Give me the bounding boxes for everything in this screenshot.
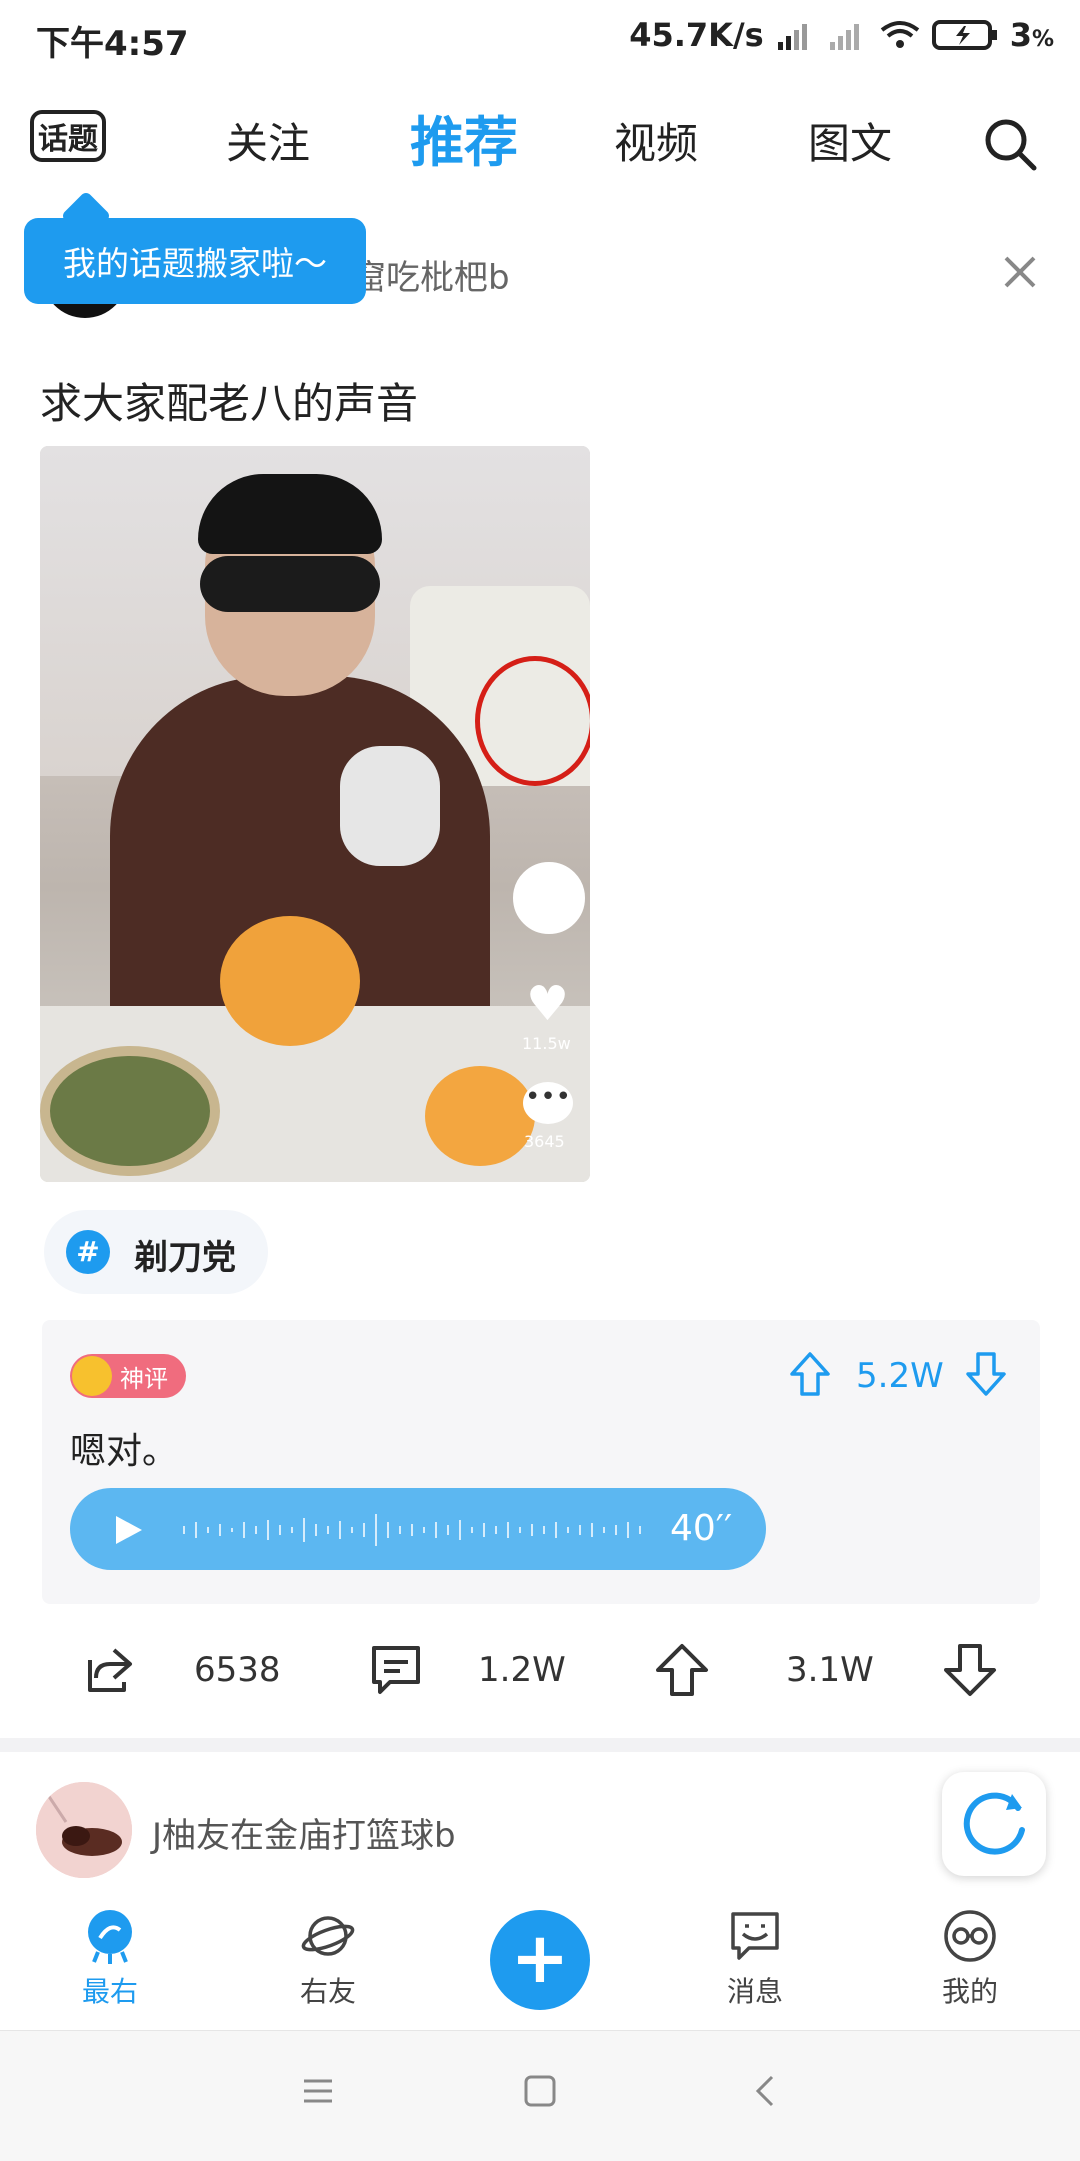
tab-messages[interactable]: 消息 [685,1890,825,2026]
downvote-icon[interactable] [964,1350,1008,1398]
video-like-count: 11.5w [522,1034,571,1053]
tab-recommend[interactable]: 推荐 [410,98,518,177]
comment-score: 5.2W [856,1356,944,1396]
wifi-icon [880,21,919,48]
avatar-illustration [36,1782,132,1878]
topic-tag[interactable]: # 剃刀党 [44,1210,268,1294]
waveform-icon [183,1514,641,1546]
hash-icon: # [66,1230,110,1274]
top-comment-card[interactable]: 神评 5.2W 嗯对。 40′′ [42,1320,1040,1604]
search-icon[interactable] [980,114,1040,174]
topic-moved-tooltip[interactable]: 我的话题搬家啦～ [24,218,366,304]
comment-count: 1.2W [478,1650,566,1690]
feed-divider [0,1738,1080,1752]
post-title[interactable]: 求大家配老八的声音 [40,370,418,431]
author-name[interactable]: 窟吃枇杷b [352,250,510,299]
tab-image-text[interactable]: 图文 [808,110,892,171]
comment-text: 嗯对。 [70,1431,179,1472]
menu-icon[interactable] [300,2073,336,2109]
plus-icon: + [510,1917,570,1999]
status-bar: 下午4:57 45.7K/s 3% [0,0,1080,78]
close-icon[interactable] [1000,252,1040,292]
signal-icon-2 [829,24,859,50]
battery-level: 3% [1009,16,1054,54]
video-thumbnail[interactable]: ♥ 11.5w ••• 3645 [40,446,590,1182]
status-time: 下午4:57 [36,24,189,64]
next-author-avatar[interactable] [36,1782,132,1878]
system-nav-bar [0,2030,1080,2161]
planet-icon [301,1916,355,1956]
status-indicators: 45.7K/s 3% [629,16,1054,54]
zuiyou-logo-icon [88,1910,132,1964]
badge-label: 神评 [120,1364,168,1393]
tab-label: 右友 [299,1975,356,2008]
god-comment-badge: 神评 [70,1354,186,1398]
network-speed: 45.7K/s [629,16,764,54]
battery-icon [931,20,997,50]
next-author-name[interactable]: J柚友在金庙打篮球b [152,1808,456,1857]
upvote-post-icon[interactable] [652,1640,712,1700]
tab-label: 最右 [81,1975,138,2008]
tag-label: 剃刀党 [134,1238,236,1278]
tab-video[interactable]: 视频 [614,110,698,171]
back-icon[interactable] [748,2073,784,2109]
video-comment-count: 3645 [524,1132,565,1151]
downvote-post-icon[interactable] [940,1640,1000,1700]
tab-label: 我的 [941,1975,998,2008]
post-action-bar: 6538 1.2W 3.1W [0,1620,1080,1730]
topic-button[interactable]: 话题 [30,110,106,162]
upvote-count: 3.1W [786,1650,874,1690]
smile-icon [72,1356,112,1396]
publish-button[interactable]: + [490,1910,590,2010]
share-count: 6538 [194,1650,281,1690]
voice-message[interactable]: 40′′ [70,1488,766,1570]
top-nav: 话题 关注 推荐 视频 图文 [0,96,1080,186]
glasses-face-icon [944,1910,996,1962]
message-face-icon [731,1912,779,1960]
play-icon[interactable] [110,1512,146,1548]
signal-icon [777,24,807,50]
comment-icon[interactable] [366,1640,426,1700]
home-icon[interactable] [522,2073,558,2109]
refresh-button[interactable] [942,1772,1046,1876]
video-heart-icon: ♥ [526,976,570,1032]
refresh-icon [963,1792,1025,1855]
video-creator-avatar [513,862,585,934]
share-icon[interactable] [80,1640,140,1700]
tab-youyou[interactable]: 右友 [258,1890,398,2026]
tab-label: 消息 [726,1975,783,2008]
tab-follow[interactable]: 关注 [226,110,310,171]
tab-mine[interactable]: 我的 [900,1890,1040,2026]
upvote-icon[interactable] [788,1350,832,1398]
video-comment-icon: ••• [523,1082,573,1124]
tab-zuiyou[interactable]: 最右 [40,1890,180,2026]
voice-duration: 40′′ [670,1508,733,1549]
